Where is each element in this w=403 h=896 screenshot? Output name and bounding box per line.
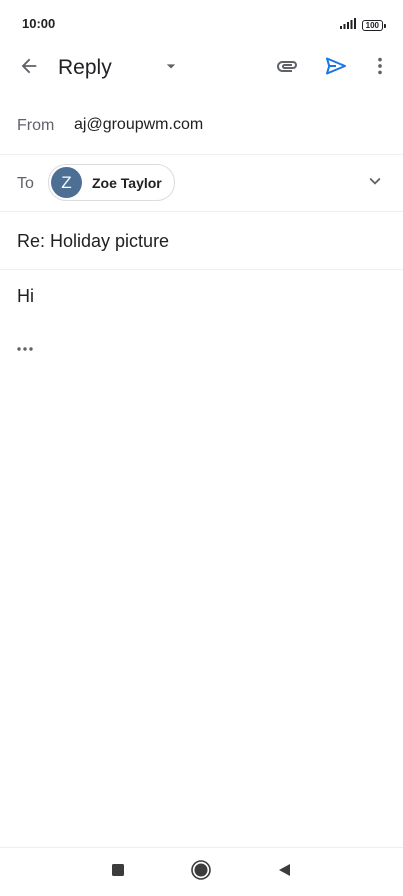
from-label: From [17, 117, 55, 134]
expand-recipients-button[interactable] [355, 163, 395, 203]
to-label: To [17, 175, 34, 192]
status-time: 10:00 [22, 16, 56, 31]
more-vert-icon [369, 55, 391, 82]
page-title: Reply [58, 56, 112, 79]
square-icon [111, 863, 125, 882]
send-icon [324, 54, 348, 83]
avatar: Z [51, 167, 82, 198]
recipient-chip[interactable]: Z Zoe Taylor [48, 164, 175, 201]
to-row: To Z Zoe Taylor [0, 155, 403, 212]
status-bar: 10:00 100 [0, 0, 403, 44]
back-button[interactable] [9, 48, 49, 88]
compose-screen: 10:00 100 Reply From aj@groupwm.com To Z… [0, 0, 403, 896]
caret-down-icon [161, 56, 181, 81]
from-account[interactable]: aj@groupwm.com [74, 116, 203, 134]
arrow-left-icon [18, 55, 40, 82]
app-bar: Reply [0, 44, 403, 92]
home-button[interactable] [189, 859, 213, 886]
reply-type-dropdown[interactable] [151, 48, 191, 88]
more-horiz-icon [16, 339, 34, 357]
paperclip-icon [275, 54, 299, 83]
subject-field[interactable]: Re: Holiday picture [17, 231, 169, 252]
chevron-down-icon [364, 170, 386, 197]
message-body[interactable]: Hi [17, 286, 34, 307]
recents-button[interactable] [106, 860, 130, 884]
system-nav-bar [0, 847, 403, 896]
circle-icon [190, 859, 212, 886]
show-quoted-text-button[interactable] [14, 340, 36, 356]
more-options-button[interactable] [360, 48, 400, 88]
attach-button[interactable] [267, 48, 307, 88]
from-row: From aj@groupwm.com [0, 98, 403, 155]
nav-back-button[interactable] [272, 860, 296, 884]
status-icons: 100 [339, 16, 387, 34]
subject-row[interactable]: Re: Holiday picture [0, 212, 403, 270]
triangle-back-icon [276, 862, 292, 883]
send-button[interactable] [316, 48, 356, 88]
signal-icon [339, 16, 356, 34]
battery-icon: 100 [361, 19, 387, 31]
recipient-name: Zoe Taylor [92, 174, 162, 191]
